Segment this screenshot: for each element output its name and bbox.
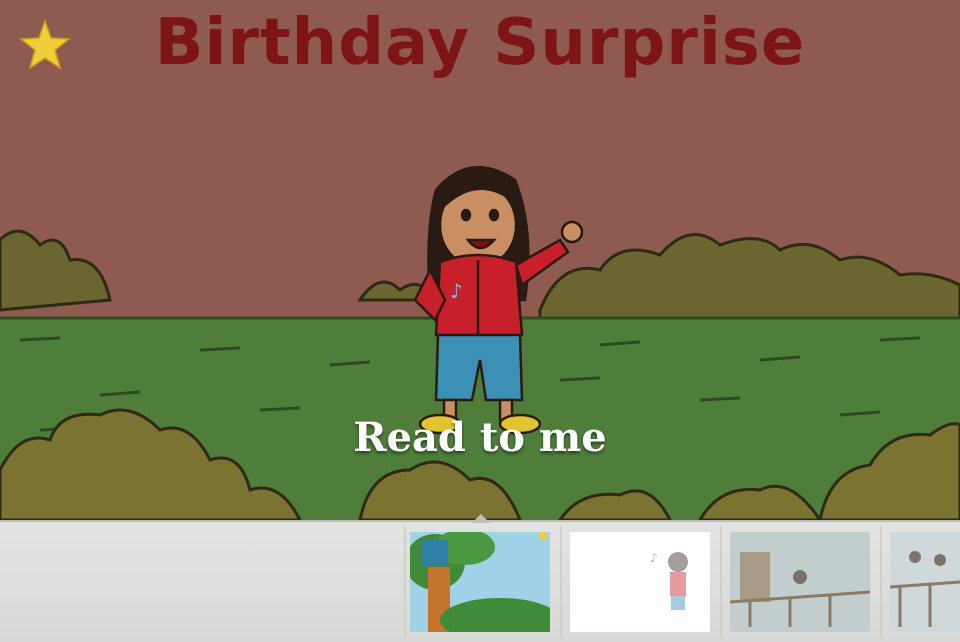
book-title: Birthday Surprise [154, 6, 806, 80]
divider [720, 526, 722, 638]
current-page-pointer [472, 514, 490, 523]
svg-text:♪: ♪ [650, 551, 658, 565]
bridge-thumbnail [730, 532, 870, 632]
girl-sketch-thumbnail: ♪ [570, 532, 710, 632]
deck-thumbnail [890, 532, 960, 632]
page-thumbnail-1[interactable] [410, 532, 550, 632]
svg-text:♪: ♪ [450, 279, 463, 303]
page-thumbnail-strip[interactable]: ♪ [0, 514, 960, 642]
page-thumbnail-3[interactable] [730, 532, 870, 632]
page-thumbnail-4[interactable] [890, 532, 960, 632]
divider [880, 526, 882, 638]
read-to-me-button[interactable]: Read to me [0, 414, 960, 461]
treehouse-thumbnail [410, 532, 550, 632]
divider [560, 526, 562, 638]
star-icon[interactable] [18, 18, 72, 72]
page-thumbnail-2[interactable]: ♪ [570, 532, 710, 632]
divider [404, 526, 406, 638]
cover-scene: ♪ Birthday Surprise Read to me [0, 0, 960, 520]
